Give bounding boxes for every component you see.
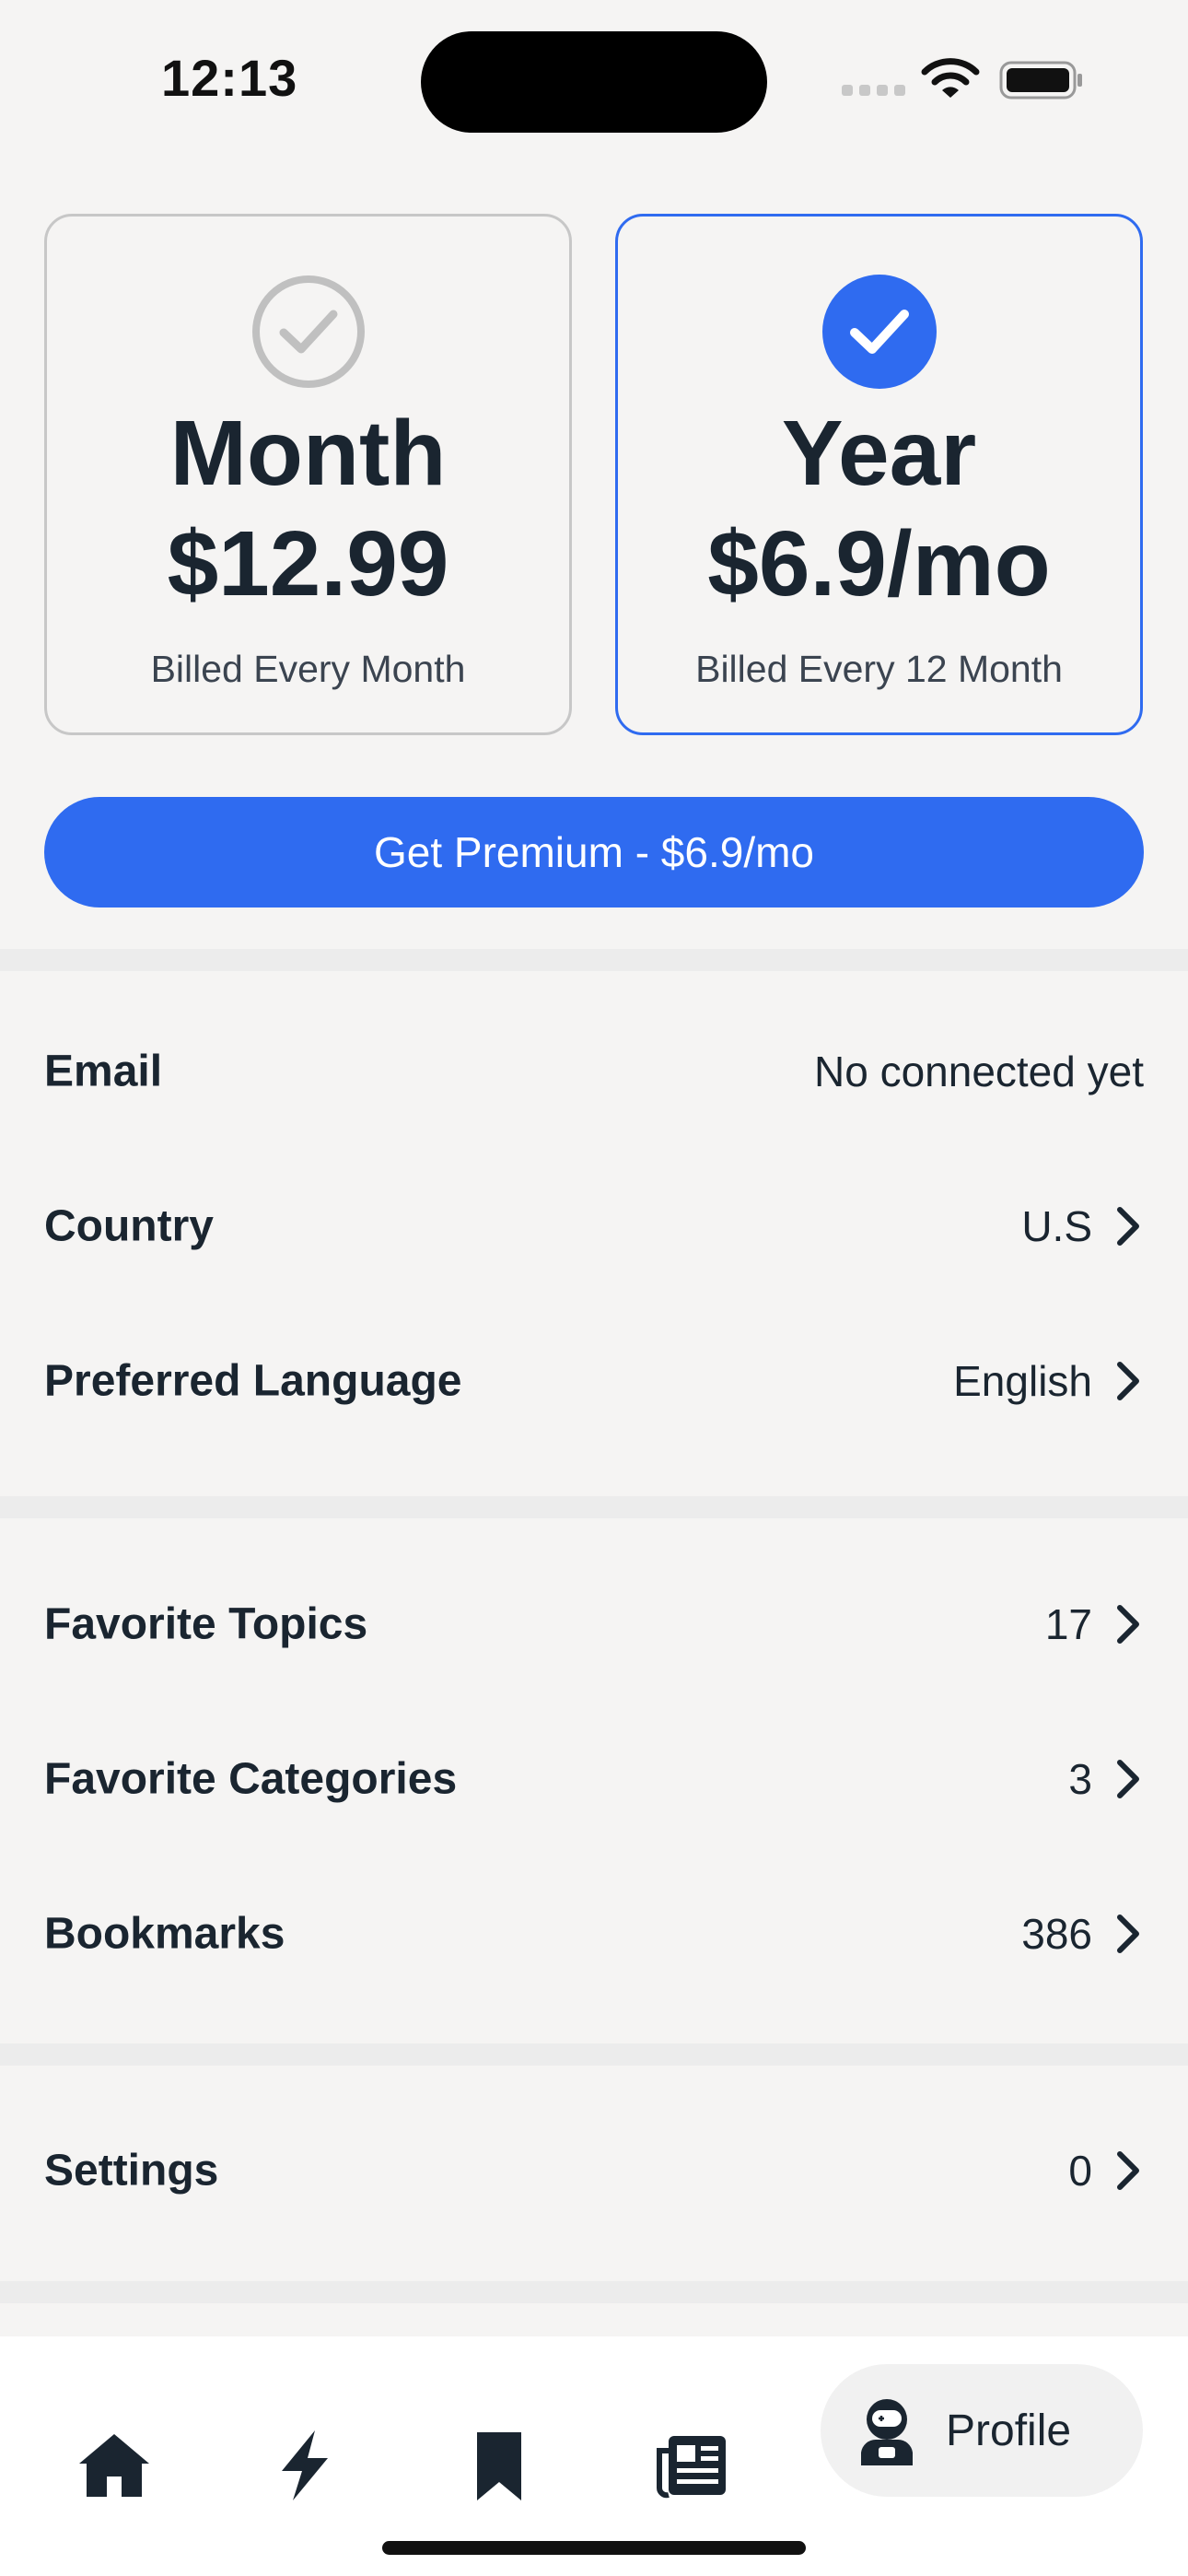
tab-profile[interactable]: Profile <box>821 2364 1143 2497</box>
row-label: Email <box>44 1047 163 1096</box>
row-label: Favorite Categories <box>44 1754 458 1804</box>
tab-profile-label: Profile <box>946 2406 1072 2455</box>
chevron-right-icon <box>1117 1760 1139 1798</box>
tab-home[interactable] <box>74 2425 155 2506</box>
newspaper-icon <box>657 2436 726 2499</box>
row-value: 17 <box>1044 1600 1092 1648</box>
astronaut-avatar-icon <box>850 2394 924 2467</box>
plan-price: $12.99 <box>167 512 449 615</box>
plan-card-month[interactable]: Month $12.99 Billed Every Month <box>44 214 572 735</box>
chevron-right-icon <box>1117 1914 1139 1953</box>
lightning-icon <box>282 2430 328 2500</box>
row-value: 386 <box>1021 1910 1092 1958</box>
plan-name: Year <box>781 402 977 505</box>
tab-trending[interactable] <box>263 2425 344 2506</box>
plan-billing: Billed Every 12 Month <box>695 648 1063 690</box>
section-divider <box>0 949 1188 971</box>
email-row[interactable]: Email No connected yet <box>44 1025 1144 1118</box>
battery-icon <box>999 61 1082 100</box>
plan-name: Month <box>169 402 447 505</box>
row-label: Country <box>44 1201 214 1251</box>
section-divider <box>0 2043 1188 2066</box>
row-value: 3 <box>1068 1755 1092 1803</box>
wifi-icon <box>921 58 980 98</box>
row-value: 0 <box>1068 2147 1092 2195</box>
chevron-right-icon <box>1117 2151 1139 2190</box>
row-label: Preferred Language <box>44 1356 462 1406</box>
plan-billing: Billed Every Month <box>150 648 466 690</box>
section-divider <box>0 2281 1188 2303</box>
row-label: Settings <box>44 2146 219 2195</box>
favorite-topics-row[interactable]: Favorite Topics 17 <box>44 1578 1144 1670</box>
get-premium-button[interactable]: Get Premium - $6.9/mo <box>44 797 1144 907</box>
plan-price: $6.9/mo <box>707 512 1051 615</box>
row-label: Bookmarks <box>44 1909 285 1959</box>
status-bar: 12:13 <box>0 0 1188 157</box>
row-value: U.S <box>1021 1202 1092 1250</box>
row-value: English <box>953 1357 1092 1405</box>
section-divider <box>0 1496 1188 1518</box>
scrolled-section-title <box>0 138 1188 173</box>
favorite-categories-row[interactable]: Favorite Categories 3 <box>44 1733 1144 1825</box>
chevron-right-icon <box>1117 1605 1139 1644</box>
status-time: 12:13 <box>161 49 298 107</box>
tab-bookmarks[interactable] <box>459 2425 540 2506</box>
country-row[interactable]: Country U.S <box>44 1180 1144 1272</box>
tab-news[interactable] <box>652 2425 733 2506</box>
dynamic-island <box>421 31 767 133</box>
plan-card-year[interactable]: Year $6.9/mo Billed Every 12 Month <box>615 214 1143 735</box>
home-indicator <box>382 2541 806 2555</box>
chevron-right-icon <box>1117 1362 1139 1400</box>
settings-row[interactable]: Settings 0 <box>44 2125 1144 2217</box>
row-label: Favorite Topics <box>44 1599 368 1649</box>
row-value: No connected yet <box>813 1048 1144 1095</box>
bookmark-icon <box>477 2432 521 2500</box>
checked-circle-icon <box>821 275 937 389</box>
bookmarks-row[interactable]: Bookmarks 386 <box>44 1888 1144 1980</box>
bottom-tab-bar: Profile <box>0 2336 1188 2576</box>
unchecked-circle-icon <box>251 275 365 388</box>
home-icon <box>79 2434 149 2497</box>
cellular-signal-icon <box>842 85 905 96</box>
preferred-language-row[interactable]: Preferred Language English <box>44 1335 1144 1427</box>
chevron-right-icon <box>1117 1207 1139 1246</box>
